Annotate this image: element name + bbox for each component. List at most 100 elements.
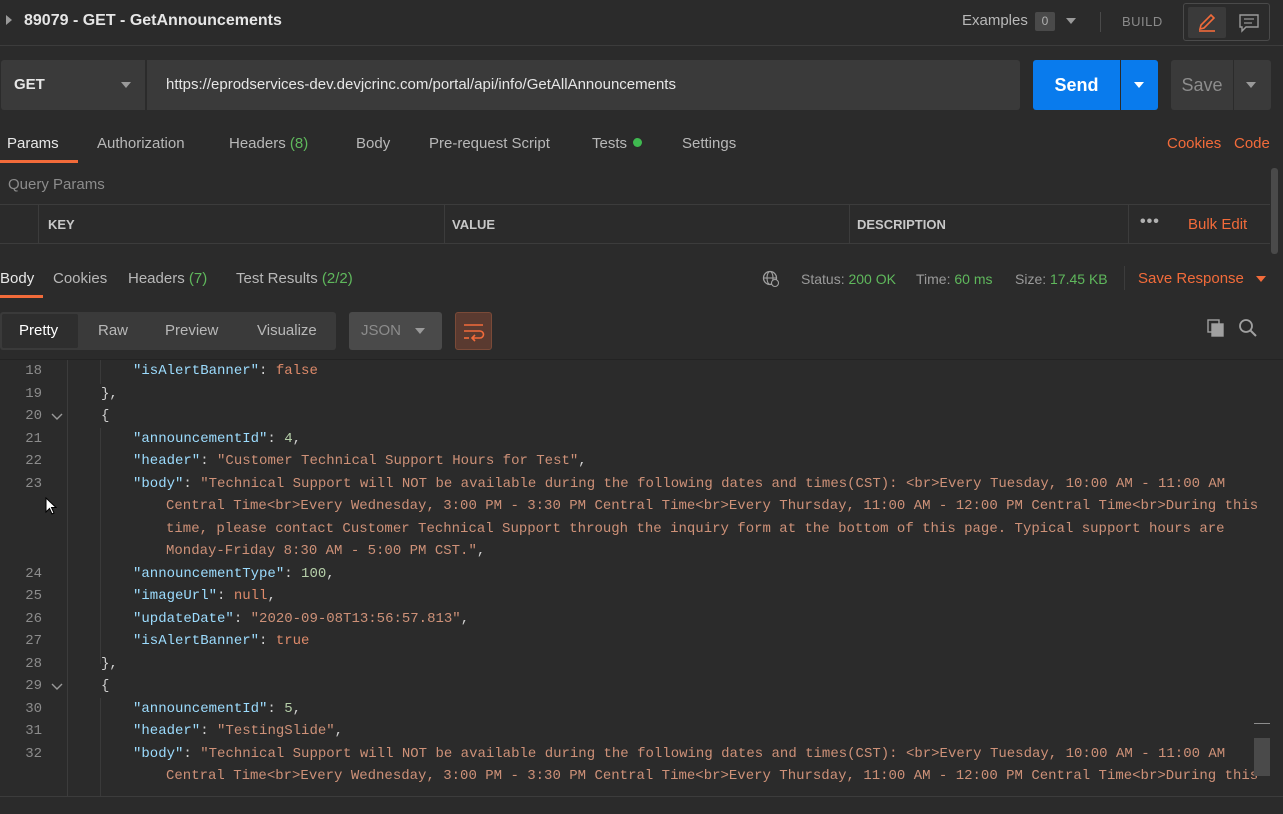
json-value: false: [275, 363, 318, 379]
divider: [67, 360, 68, 796]
json-key: "body": [133, 476, 184, 492]
format-select[interactable]: JSON: [349, 312, 442, 350]
tab-headers[interactable]: Headers (8): [229, 135, 308, 152]
save-button[interactable]: Save: [1171, 60, 1233, 110]
tab-response-headers-label: Headers: [128, 270, 185, 287]
scrollbar-track-marker: [1254, 723, 1270, 724]
size-value[interactable]: 17.45 KB: [1050, 271, 1108, 287]
search-icon[interactable]: [1238, 318, 1258, 338]
tab-params[interactable]: Params: [7, 135, 59, 152]
url-input[interactable]: https://eprodservices-dev.devjcrinc.com/…: [147, 60, 1020, 110]
wrap-lines-button[interactable]: [455, 312, 492, 350]
value-column-header: VALUE: [452, 217, 496, 232]
tests-status-dot-icon: [633, 138, 643, 147]
json-key: "announcementId": [133, 431, 268, 447]
response-headers-count: (7): [188, 270, 208, 287]
code-line: "isAlertBanner": true: [133, 633, 310, 649]
save-options-dropdown[interactable]: [1234, 60, 1271, 110]
tab-prerequest-script[interactable]: Pre-request Script: [429, 135, 550, 152]
copy-icon[interactable]: [1206, 318, 1226, 338]
wrap-icon: [464, 324, 485, 342]
time-indicator: Time: 60 ms: [916, 271, 993, 287]
line-number: 18: [25, 363, 42, 379]
line-number: 24: [25, 566, 42, 582]
code-line-wrap: Central Time<br>Every Wednesday, 3:00 PM…: [166, 498, 1259, 514]
json-value: "TestingSlide": [217, 723, 335, 739]
bulk-edit-link[interactable]: Bulk Edit: [1188, 216, 1247, 233]
code-line: "isAlertBanner": false: [133, 363, 318, 379]
pencil-icon: [1198, 13, 1216, 32]
fold-chevron-down-icon[interactable]: [51, 680, 63, 692]
method-select[interactable]: GET: [1, 60, 145, 110]
code-line: "updateDate": "2020-09-08T13:56:57.813",: [133, 611, 470, 627]
view-preview[interactable]: Preview: [165, 322, 218, 339]
view-pretty[interactable]: Pretty: [19, 322, 58, 339]
key-column-header: KEY: [48, 217, 75, 232]
send-options-dropdown[interactable]: [1121, 60, 1158, 110]
tab-authorization[interactable]: Authorization: [97, 135, 185, 152]
examples-dropdown-icon[interactable]: [1066, 18, 1076, 24]
comment-icon: [1239, 14, 1259, 33]
status-value[interactable]: 200 OK: [848, 271, 895, 287]
time-value[interactable]: 60 ms: [954, 271, 992, 287]
query-params-title: Query Params: [8, 176, 105, 193]
expand-caret-icon[interactable]: [6, 15, 12, 25]
indent-guide: [100, 428, 101, 664]
json-key: "header": [133, 723, 201, 739]
tab-response-headers[interactable]: Headers (7): [128, 270, 207, 287]
examples-label[interactable]: Examples: [962, 12, 1028, 29]
tab-tests[interactable]: Tests: [592, 135, 643, 152]
response-scrollbar[interactable]: [1254, 738, 1270, 776]
status-bar: [0, 796, 1283, 814]
line-number: 20: [25, 408, 42, 424]
json-key: "header": [133, 453, 201, 469]
save-response-dropdown-icon[interactable]: [1256, 276, 1266, 282]
globe-icon[interactable]: [762, 270, 780, 288]
tab-body[interactable]: Body: [356, 135, 390, 152]
size-label: Size:: [1015, 271, 1047, 287]
tab-response-body[interactable]: Body: [0, 270, 34, 287]
code-line: "header": "Customer Technical Support Ho…: [133, 453, 587, 469]
headers-count: (8): [289, 135, 309, 152]
chevron-down-icon: [121, 82, 131, 88]
code-line: "imageUrl": null,: [133, 588, 276, 604]
request-title[interactable]: 89079 - GET - GetAnnouncements: [24, 12, 282, 30]
response-body-editor[interactable]: 18 "isAlertBanner": false 19 }, 20 { 21 …: [0, 360, 1283, 796]
divider: [1100, 12, 1101, 32]
chevron-down-icon: [415, 328, 425, 334]
send-button[interactable]: Send: [1033, 60, 1120, 110]
indent-guide: [100, 698, 101, 796]
json-key: "isAlertBanner": [133, 633, 260, 649]
cookies-link[interactable]: Cookies: [1167, 135, 1221, 152]
params-scrollbar[interactable]: [1271, 168, 1278, 254]
key-column: KEY: [38, 205, 444, 243]
description-column-header: DESCRIPTION: [857, 217, 946, 232]
more-options-icon[interactable]: •••: [1140, 213, 1160, 231]
code-line: {: [101, 408, 110, 424]
fold-chevron-down-icon[interactable]: [51, 410, 63, 422]
tab-test-results[interactable]: Test Results (2/2): [236, 270, 353, 287]
view-raw[interactable]: Raw: [98, 322, 128, 339]
comment-mode-button[interactable]: [1230, 7, 1268, 38]
response-tabs: Body Cookies Headers (7) Test Results (2…: [0, 258, 1283, 300]
tab-settings[interactable]: Settings: [682, 135, 736, 152]
examples-count-badge: 0: [1035, 12, 1055, 31]
edit-mode-button[interactable]: [1188, 7, 1226, 38]
format-value: JSON: [361, 322, 402, 339]
code-line-wrap: time, please contact Customer Technical …: [166, 521, 1225, 537]
divider: [1128, 205, 1129, 243]
view-visualize[interactable]: Visualize: [257, 322, 317, 339]
tab-headers-label: Headers: [229, 135, 286, 152]
json-value: 5: [284, 701, 293, 717]
json-key: "announcementType": [133, 566, 285, 582]
code-line: "announcementType": 100,: [133, 566, 335, 582]
json-key: "isAlertBanner": [133, 363, 260, 379]
code-link[interactable]: Code: [1234, 135, 1270, 152]
line-number: 22: [25, 453, 42, 469]
build-mode-label: BUILD: [1122, 14, 1163, 29]
tab-response-cookies[interactable]: Cookies: [53, 270, 107, 287]
line-number: 25: [25, 588, 42, 604]
json-key: "body": [133, 746, 184, 762]
status-label: Status:: [801, 271, 845, 287]
save-response-button[interactable]: Save Response: [1138, 270, 1244, 287]
